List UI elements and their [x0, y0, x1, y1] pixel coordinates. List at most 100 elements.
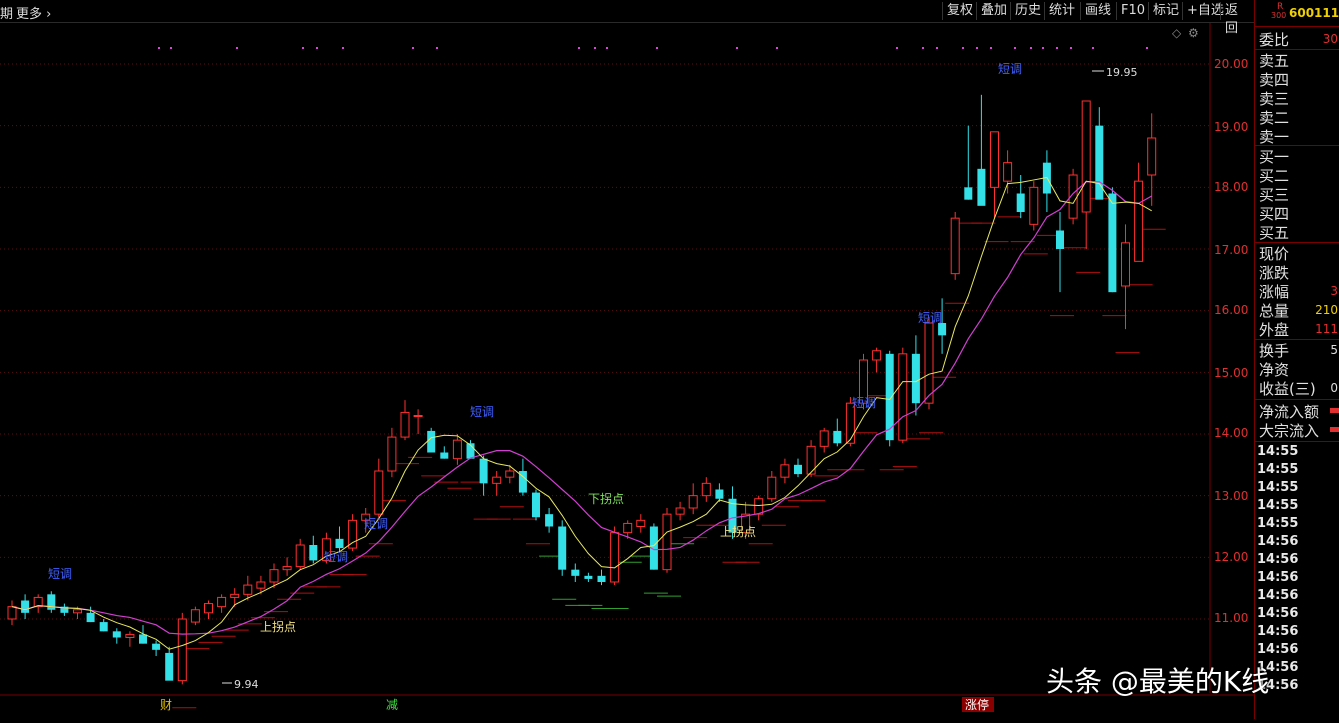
candle[interactable]	[964, 187, 973, 200]
back-button[interactable]: 返回	[1220, 2, 1254, 36]
candle[interactable]	[204, 603, 213, 614]
outer-volume-label: 外盘	[1259, 321, 1290, 339]
candle[interactable]	[911, 353, 920, 404]
overlay-button[interactable]: 叠加	[976, 2, 1011, 20]
candle[interactable]	[898, 353, 908, 441]
candle[interactable]	[479, 458, 488, 484]
candle[interactable]	[73, 609, 82, 614]
ask-5-label: 卖五	[1259, 52, 1290, 70]
candle[interactable]	[597, 575, 606, 582]
tick-time: 14:55	[1257, 462, 1299, 477]
candle[interactable]	[492, 476, 502, 484]
fuquan-button[interactable]: 复权	[942, 2, 977, 20]
candle[interactable]	[662, 513, 672, 571]
candle[interactable]	[139, 634, 147, 644]
quote-panel: R 300 600111 委比 30 卖五 卖四 卖三 卖二 卖一 买一 买二 …	[1254, 0, 1339, 719]
kline-chart[interactable]: 短调 短调 短调 短调 短调 短调 短调 上拐点 上拐点 下拐点 19.95 9…	[0, 23, 1254, 719]
candle[interactable]	[190, 609, 200, 623]
candle[interactable]	[990, 131, 999, 188]
diamond-icon[interactable]: ◇	[1172, 26, 1182, 40]
tick-time: 14:56	[1257, 606, 1299, 621]
candle[interactable]	[413, 415, 423, 417]
candle[interactable]	[243, 584, 253, 595]
candle[interactable]	[688, 495, 698, 509]
candle[interactable]	[152, 643, 161, 650]
bid-2-label: 买二	[1259, 167, 1290, 185]
draw-button[interactable]: 画线	[1080, 2, 1115, 20]
candle[interactable]	[505, 470, 515, 478]
candle[interactable]	[86, 612, 95, 623]
tick-time: 14:55	[1257, 498, 1299, 513]
eps-value: 0	[1330, 381, 1338, 395]
tick-time: 14:56	[1257, 570, 1299, 585]
candle[interactable]	[819, 430, 829, 447]
candle[interactable]	[1134, 180, 1144, 262]
ma10-line	[11, 181, 1152, 635]
candle[interactable]	[636, 519, 646, 528]
ask-1-label: 卖一	[1259, 128, 1290, 146]
candle[interactable]	[21, 600, 30, 613]
period-label[interactable]: 期	[0, 3, 13, 22]
stats-button[interactable]: 统计	[1044, 2, 1079, 20]
candle[interactable]	[1081, 100, 1091, 213]
candle[interactable]	[584, 575, 593, 579]
candle[interactable]	[1029, 186, 1039, 225]
tick-time: 14:56	[1257, 624, 1299, 639]
candle[interactable]	[387, 436, 397, 472]
candle[interactable]	[374, 470, 384, 515]
candle[interactable]	[177, 618, 187, 682]
candle[interactable]	[125, 633, 135, 639]
candle[interactable]	[230, 593, 240, 598]
candle[interactable]	[452, 439, 462, 460]
candle[interactable]	[701, 482, 711, 497]
candle[interactable]	[282, 566, 292, 571]
candle[interactable]	[440, 452, 449, 459]
f10-button[interactable]: F10	[1116, 2, 1149, 20]
candle[interactable]	[112, 631, 121, 638]
upturn-label: 上拐点	[260, 619, 296, 634]
settings-icon[interactable]: ⚙	[1188, 26, 1199, 40]
kline-svg[interactable]: 短调 短调 短调 短调 短调 短调 短调 上拐点 上拐点 下拐点 19.95 9…	[0, 23, 1254, 719]
candle[interactable]	[165, 652, 174, 681]
candle[interactable]	[1003, 162, 1013, 182]
candle[interactable]	[99, 622, 108, 632]
candle[interactable]	[1056, 230, 1064, 250]
candle[interactable]	[545, 514, 554, 527]
candle[interactable]	[427, 430, 436, 453]
candle[interactable]	[1121, 242, 1130, 287]
more-menu[interactable]: 更多 ›	[16, 3, 51, 22]
candle[interactable]	[977, 168, 986, 206]
candle[interactable]	[400, 411, 410, 438]
tick-time: 14:56	[1257, 642, 1299, 657]
candle[interactable]	[558, 526, 567, 570]
candle[interactable]	[623, 522, 633, 534]
candle[interactable]	[335, 538, 344, 549]
candle[interactable]	[780, 464, 790, 478]
candle[interactable]	[7, 606, 17, 620]
candle[interactable]	[872, 350, 882, 361]
candle[interactable]	[1147, 137, 1157, 176]
candle[interactable]	[532, 492, 540, 518]
candle[interactable]	[1016, 193, 1025, 213]
candle[interactable]	[833, 430, 842, 444]
candle[interactable]	[924, 322, 934, 404]
history-button[interactable]: 历史	[1010, 2, 1045, 20]
tick-time: 14:55	[1257, 516, 1299, 531]
candle[interactable]	[715, 489, 724, 499]
candle[interactable]	[1108, 193, 1117, 293]
stock-code[interactable]: 600111	[1289, 6, 1339, 20]
change-pct-label: 涨幅	[1259, 283, 1290, 301]
candle[interactable]	[269, 569, 279, 583]
candle[interactable]	[610, 532, 620, 583]
candle[interactable]	[309, 545, 318, 561]
candle[interactable]	[217, 596, 227, 608]
candle[interactable]	[754, 498, 764, 515]
mark-button[interactable]: 标记	[1148, 2, 1183, 20]
candle[interactable]	[675, 507, 685, 515]
candle[interactable]	[794, 464, 802, 475]
candle[interactable]	[767, 476, 777, 500]
candle[interactable]	[950, 217, 960, 275]
candle[interactable]	[256, 581, 266, 589]
candle[interactable]	[571, 569, 580, 576]
candle[interactable]	[295, 544, 305, 568]
